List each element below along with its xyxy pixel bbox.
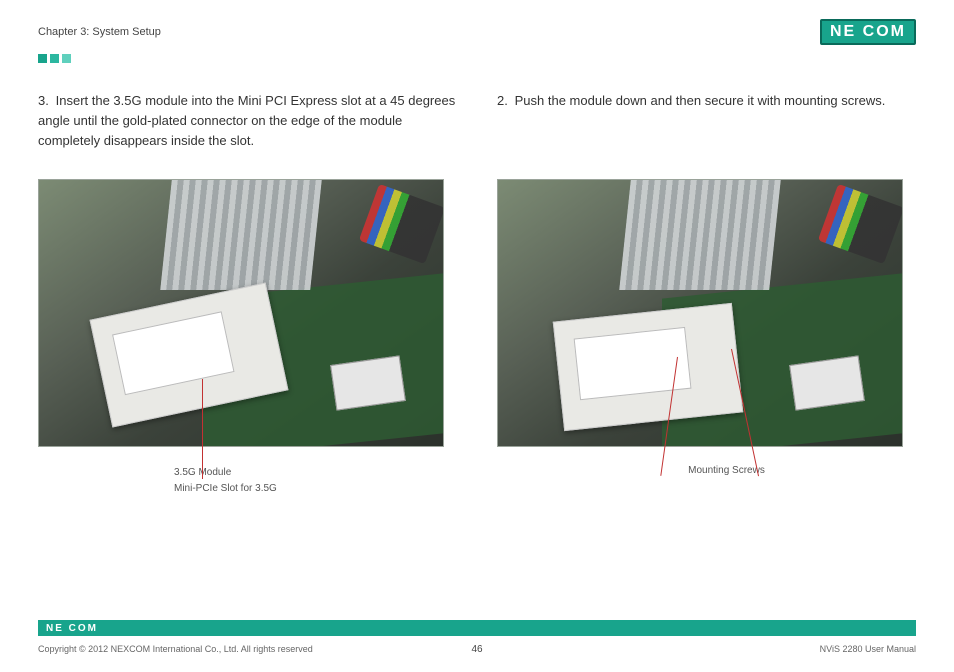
page-number: 46 bbox=[471, 644, 482, 655]
content-columns: 3. Insert the 3.5G module into the Mini … bbox=[38, 91, 916, 497]
step-3-text: 3. Insert the 3.5G module into the Mini … bbox=[38, 91, 457, 159]
right-column: 2. Push the module down and then secure … bbox=[497, 91, 916, 497]
right-photo bbox=[497, 179, 903, 447]
right-photo-wrap: Mounting Screws bbox=[497, 179, 916, 476]
step-number: 3. bbox=[38, 91, 52, 111]
step-body: Push the module down and then secure it … bbox=[515, 93, 886, 108]
footer-bar: NE COM bbox=[38, 620, 916, 636]
step-body: Insert the 3.5G module into the Mini PCI… bbox=[38, 93, 455, 148]
caption-35g-module: 3.5G Module bbox=[174, 465, 457, 481]
step-number: 2. bbox=[497, 91, 511, 111]
left-captions: 3.5G Module Mini-PCIe Slot for 3.5G bbox=[38, 465, 457, 497]
left-column: 3. Insert the 3.5G module into the Mini … bbox=[38, 91, 457, 497]
caption-mounting-screws: Mounting Screws bbox=[537, 465, 916, 476]
footer-brand-logo: NE COM bbox=[46, 623, 98, 634]
footer-copyright: Copyright © 2012 NEXCOM International Co… bbox=[38, 644, 313, 654]
decor-squares bbox=[38, 54, 916, 63]
brand-logo: NE COM bbox=[820, 19, 916, 45]
caption-minipcie-slot: Mini-PCIe Slot for 3.5G bbox=[174, 481, 457, 497]
left-photo bbox=[38, 179, 444, 447]
callout-line bbox=[202, 379, 203, 479]
step-2-text: 2. Push the module down and then secure … bbox=[497, 91, 916, 159]
right-captions: Mounting Screws bbox=[497, 465, 916, 476]
footer-doc-title: NViS 2280 User Manual bbox=[820, 644, 916, 654]
chapter-heading: Chapter 3: System Setup bbox=[38, 26, 161, 38]
footer-row: Copyright © 2012 NEXCOM International Co… bbox=[38, 644, 916, 654]
left-photo-wrap: 3.5G Module Mini-PCIe Slot for 3.5G bbox=[38, 179, 457, 497]
